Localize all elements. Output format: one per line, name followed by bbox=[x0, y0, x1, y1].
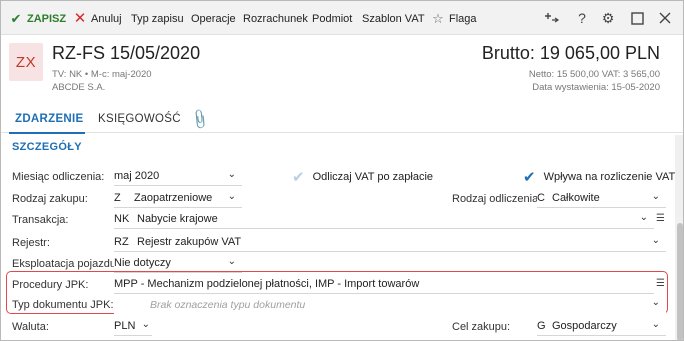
chevron-down-icon: ⌄ bbox=[651, 235, 660, 246]
rejestr-value: Rejestr zakupów VAT bbox=[137, 236, 242, 248]
waluta-value: PLN bbox=[114, 320, 136, 332]
check-icon: ✔ bbox=[523, 169, 536, 186]
chevron-down-icon: ⌄ bbox=[141, 319, 150, 330]
section-title: SZCZEGÓŁY bbox=[12, 141, 82, 153]
chevron-down-icon: ⌄ bbox=[227, 256, 236, 267]
star-icon: ☆ bbox=[432, 10, 444, 26]
entity-label: Podmiot bbox=[312, 12, 353, 25]
save-label: ZAPISZ bbox=[27, 12, 67, 25]
transakcja-value: Nabycie krajowe bbox=[137, 213, 218, 225]
operations-label: Operacje bbox=[191, 12, 236, 25]
cel-code: G bbox=[537, 320, 546, 332]
gear-icon[interactable]: ⚙ bbox=[599, 9, 617, 27]
vat-template-button[interactable]: Szablon VAT bbox=[362, 10, 425, 27]
menu-icon[interactable]: ☰ bbox=[656, 213, 665, 224]
document-title: RZ-FS 15/05/2020 bbox=[52, 43, 201, 63]
chevron-down-icon: ⌄ bbox=[227, 169, 236, 180]
chevron-down-icon: ⌄ bbox=[639, 212, 648, 223]
transakcja-code: NK bbox=[114, 213, 130, 225]
maximize-icon[interactable] bbox=[628, 9, 646, 27]
help-icon[interactable]: ? bbox=[573, 9, 591, 27]
typ-dokumentu-placeholder: Brak oznaczenia typu dokumentu bbox=[150, 298, 306, 311]
miesiac-label: Miesiąc odliczenia: bbox=[12, 171, 105, 183]
chevron-down-icon: ⌄ bbox=[651, 191, 660, 202]
toolbar: ✔ ZAPISZ ✕ Anuluj Typ zapisu Operacje Ro… bbox=[1, 1, 683, 35]
close-window-icon[interactable] bbox=[656, 9, 674, 27]
check-icon: ✔ bbox=[292, 169, 305, 186]
eksploatacja-value: Nie dotyczy bbox=[114, 257, 171, 269]
add-related-icon[interactable] bbox=[543, 9, 561, 27]
menu-icon[interactable]: ☰ bbox=[656, 278, 665, 289]
cel-select[interactable]: G Gospodarczy ⌄ bbox=[537, 317, 666, 336]
active-tab-indicator bbox=[9, 132, 85, 134]
record-type-label: Typ zapisu bbox=[131, 12, 184, 25]
odliczaj-checkbox[interactable]: ✔ Odliczaj VAT po zapłacie bbox=[292, 168, 433, 186]
wplywa-label: Wpływa na rozliczenie VAT bbox=[543, 171, 676, 183]
cel-value: Gospodarczy bbox=[552, 320, 617, 332]
rodzaj-zakupu-select[interactable]: Z Zaopatrzeniowe ⌄ bbox=[114, 189, 242, 208]
company-name: ABCDE S.A. bbox=[52, 82, 106, 93]
tab-zdarzenie[interactable]: ZDARZENIE bbox=[15, 113, 84, 125]
netto-vat-amount: Netto: 15 500,00 VAT: 3 565,00 bbox=[528, 69, 660, 80]
rejestr-code: RZ bbox=[114, 236, 129, 248]
flag-label: Flaga bbox=[449, 12, 477, 25]
entity-button[interactable]: Podmiot bbox=[312, 10, 352, 27]
rodzaj-zakupu-value: Zaopatrzeniowe bbox=[134, 192, 213, 204]
procedury-value: MPP - Mechanizm podzielonej płatności, I… bbox=[114, 278, 420, 290]
rodzaj-zakupu-label: Rodzaj zakupu: bbox=[12, 193, 88, 205]
document-window: ✔ ZAPISZ ✕ Anuluj Typ zapisu Operacje Ro… bbox=[0, 0, 684, 341]
rodzaj-odliczenia-label: Rodzaj odliczenia: bbox=[452, 193, 542, 205]
rodzaj-odliczenia-value: Całkowite bbox=[552, 192, 600, 204]
procedury-field[interactable]: MPP - Mechanizm podzielonej płatności, I… bbox=[114, 275, 654, 294]
issue-date: Data wystawienia: 15-05-2020 bbox=[532, 82, 660, 93]
rejestr-label: Rejestr: bbox=[12, 237, 50, 249]
waluta-select[interactable]: PLN ⌄ bbox=[114, 317, 152, 336]
tab-bar: ZDARZENIE KSIĘGOWOŚĆ bbox=[1, 105, 683, 134]
checkmark-icon: ✔ bbox=[10, 10, 22, 26]
document-subtitle: TV: NK • M-c: maj-2020 bbox=[52, 69, 152, 80]
miesiac-value: maj 2020 bbox=[114, 170, 160, 182]
miesiac-select[interactable]: maj 2020 ⌄ bbox=[114, 167, 242, 186]
close-icon: ✕ bbox=[73, 9, 87, 27]
rejestr-select[interactable]: RZ Rejestr zakupów VAT ⌄ bbox=[114, 233, 666, 252]
settlement-label: Rozrachunek bbox=[243, 12, 308, 25]
typ-dokumentu-label: Typ dokumentu JPK: bbox=[12, 299, 114, 311]
flag-button[interactable]: ☆ Flaga bbox=[431, 10, 477, 27]
rodzaj-odliczenia-code: C bbox=[537, 192, 545, 204]
chevron-down-icon: ⌄ bbox=[227, 191, 236, 202]
rodzaj-zakupu-code: Z bbox=[114, 192, 121, 204]
waluta-label: Waluta: bbox=[12, 321, 49, 333]
operations-button[interactable]: Operacje bbox=[191, 10, 236, 27]
rodzaj-odliczenia-select[interactable]: C Całkowite ⌄ bbox=[537, 189, 666, 208]
wplywa-checkbox[interactable]: ✔ Wpływa na rozliczenie VAT bbox=[523, 168, 675, 186]
chevron-down-icon: ⌄ bbox=[651, 297, 660, 308]
odliczaj-label: Odliczaj VAT po zapłacie bbox=[312, 171, 434, 183]
save-button[interactable]: ✔ ZAPISZ bbox=[9, 10, 67, 27]
chevron-down-icon: ⌄ bbox=[651, 319, 660, 330]
vat-template-label: Szablon VAT bbox=[362, 12, 425, 25]
cancel-label: Anuluj bbox=[91, 12, 122, 25]
eksploatacja-label: Eksploatacja pojazdu: bbox=[12, 258, 120, 270]
procedury-label: Procedury JPK: bbox=[12, 279, 89, 291]
scrollbar-thumb[interactable] bbox=[677, 223, 683, 340]
document-type-badge: ZX bbox=[9, 43, 43, 81]
transakcja-label: Transakcja: bbox=[12, 214, 69, 226]
settlement-button[interactable]: Rozrachunek bbox=[243, 10, 308, 27]
record-type-button[interactable]: Typ zapisu bbox=[131, 10, 184, 27]
cancel-button[interactable]: ✕ Anuluj bbox=[73, 10, 122, 27]
typ-dokumentu-select[interactable]: Brak oznaczenia typu dokumentu ⌄ bbox=[114, 295, 666, 314]
brutto-amount: Brutto: 19 065,00 PLN bbox=[481, 43, 660, 63]
tab-ksiegowosc[interactable]: KSIĘGOWOŚĆ bbox=[98, 113, 181, 125]
transakcja-select[interactable]: NK Nabycie krajowe ⌄ bbox=[114, 210, 654, 229]
cel-label: Cel zakupu: bbox=[452, 321, 511, 333]
